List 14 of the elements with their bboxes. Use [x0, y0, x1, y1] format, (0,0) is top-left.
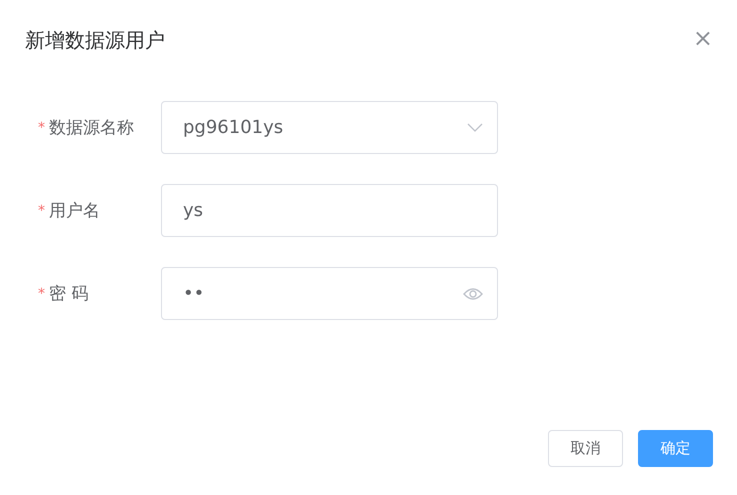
- field-label: 数据源名称: [49, 117, 134, 139]
- eye-icon[interactable]: [463, 286, 483, 300]
- required-mark: *: [38, 120, 45, 136]
- field-label: 用户名: [49, 200, 100, 222]
- required-mark: *: [38, 286, 45, 302]
- field-label: 密 码: [49, 283, 88, 305]
- required-mark: *: [38, 202, 45, 218]
- password-field[interactable]: ••: [161, 267, 498, 320]
- dialog-title: 新增数据源用户: [25, 27, 165, 54]
- cancel-button[interactable]: 取消: [548, 430, 623, 467]
- select-field[interactable]: pg96101ys: [161, 101, 498, 154]
- close-button[interactable]: ×: [692, 27, 713, 49]
- chevron-down-icon: [467, 122, 483, 132]
- input-field[interactable]: ys: [161, 184, 498, 237]
